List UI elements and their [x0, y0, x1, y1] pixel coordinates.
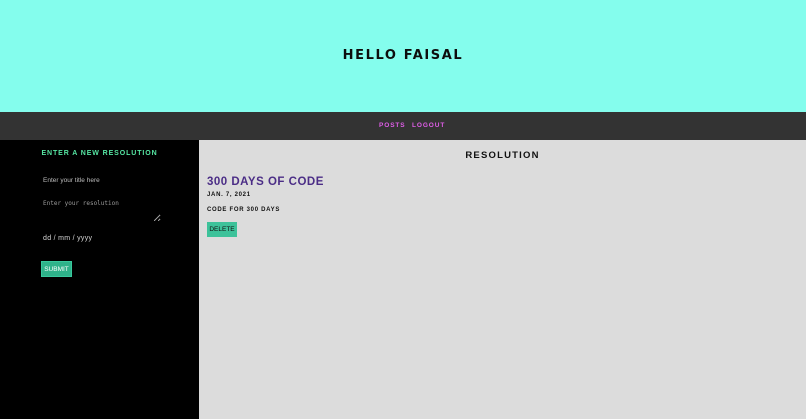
- resolution-textarea[interactable]: [41, 198, 161, 222]
- nav-posts-link[interactable]: POSTS: [379, 122, 406, 129]
- resolution-heading: RESOLUTION: [465, 150, 540, 161]
- submit-button[interactable]: SUBMIT: [41, 261, 72, 277]
- post-title: 300 DAYS OF CODE: [207, 176, 324, 188]
- greeting-title: HELLO FAISAL: [342, 48, 464, 63]
- form-heading: ENTER A NEW RESOLUTION: [41, 150, 158, 157]
- post-date: JAN. 7, 2021: [207, 192, 251, 198]
- post-body: CODE FOR 300 DAYS: [207, 207, 281, 213]
- date-input[interactable]: dd / mm / yyyy: [43, 235, 92, 242]
- new-resolution-sidebar: ENTER A NEW RESOLUTION dd / mm / yyyy SU…: [0, 140, 199, 419]
- delete-button[interactable]: DELETE: [207, 222, 237, 237]
- resolution-main: RESOLUTION 300 DAYS OF CODE JAN. 7, 2021…: [199, 140, 806, 419]
- title-input[interactable]: [41, 173, 161, 187]
- nav-logout-link[interactable]: LOGOUT: [412, 122, 445, 129]
- hero-banner: HELLO FAISAL: [0, 0, 806, 112]
- navbar: POSTS LOGOUT: [0, 112, 806, 140]
